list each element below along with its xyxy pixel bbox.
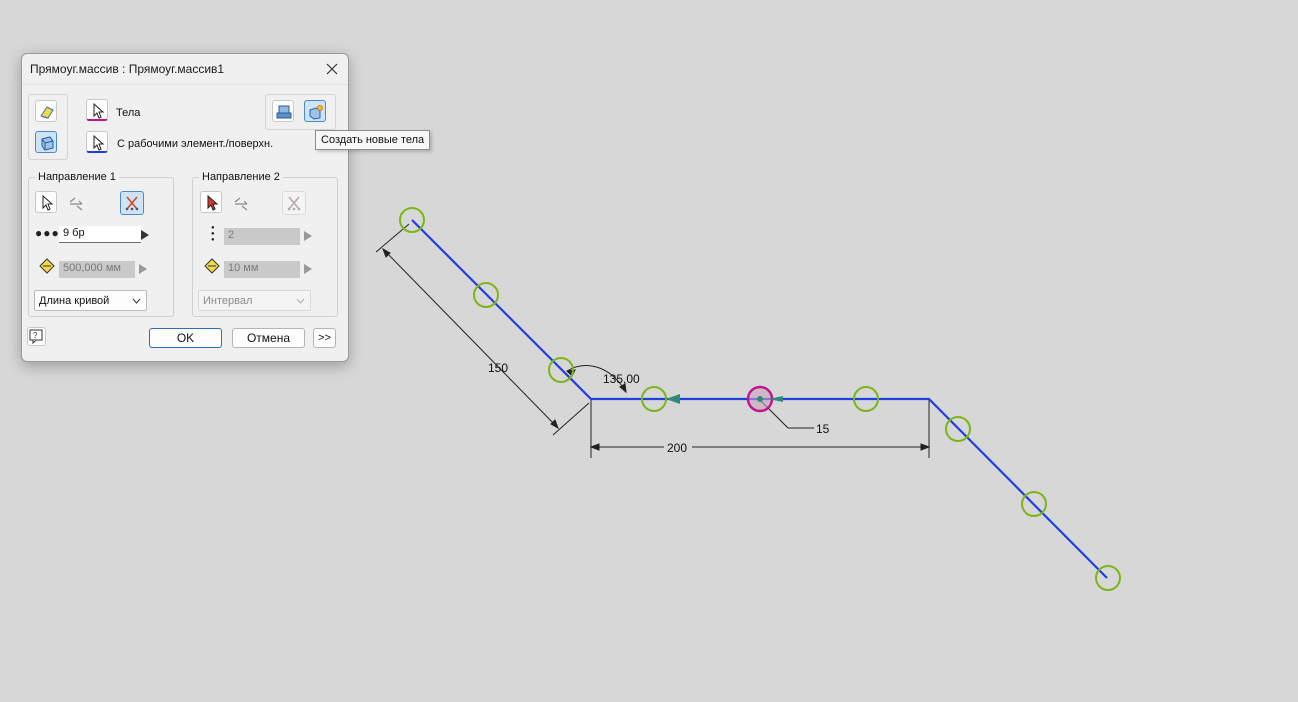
direction2-count-input[interactable]: 2 — [224, 228, 300, 245]
close-icon — [326, 63, 338, 75]
dialog-titlebar[interactable]: Прямоуг.массив : Прямоуг.массив1 — [22, 54, 348, 85]
direction-arrow[interactable] — [666, 394, 680, 404]
dimension-diameter-label[interactable]: 15 — [816, 422, 830, 436]
direction1-midplane-button[interactable] — [120, 191, 144, 215]
ok-button[interactable]: OK — [149, 328, 222, 348]
svg-text:?: ? — [33, 331, 38, 340]
new-body-button[interactable] — [304, 100, 326, 122]
pattern-features-icon — [40, 106, 54, 119]
cursor-icon — [42, 194, 54, 211]
tooltip: Создать новые тела — [315, 130, 431, 150]
direction2-legend: Направление 2 — [199, 171, 283, 183]
work-features-label: С рабочими элемент./поверхн. — [117, 138, 274, 150]
more-button[interactable]: >> — [313, 328, 336, 348]
direction2-midplane-button[interactable] — [282, 191, 306, 215]
instance-circle[interactable] — [1095, 565, 1121, 591]
chevron-down-icon — [132, 298, 141, 304]
midplane-icon — [125, 196, 139, 211]
direction1-spacing-arrow-icon[interactable] — [138, 263, 148, 275]
flip-direction-icon — [234, 197, 248, 211]
count-vertical-icon: ● ● ● — [211, 225, 215, 243]
new-body-icon — [309, 105, 323, 120]
direction2-path-select-button[interactable] — [200, 191, 222, 213]
direction2-method-value: Интервал — [203, 295, 253, 307]
help-icon: ? — [29, 329, 43, 344]
join-body-button[interactable] — [272, 100, 294, 122]
direction1-method-select[interactable]: Длина кривой — [34, 290, 147, 311]
direction1-legend: Направление 1 — [35, 171, 119, 183]
direction1-count-input[interactable]: 9 бр — [59, 226, 141, 243]
selected-body[interactable] — [746, 385, 783, 413]
bodies-label: Тела — [116, 107, 141, 119]
direction1-method-value: Длина кривой — [39, 295, 110, 307]
dimension-angle-label[interactable]: 135,00 — [603, 372, 640, 386]
direction2-flip-button[interactable] — [229, 191, 251, 213]
spacing-icon — [39, 258, 55, 274]
work-features-select-button[interactable] — [86, 131, 108, 153]
pattern-features-button[interactable] — [35, 100, 57, 122]
direction1-count-arrow-icon[interactable] — [140, 229, 150, 241]
close-button[interactable] — [322, 59, 342, 79]
cursor-red-icon — [207, 194, 219, 211]
direction2-method-select[interactable]: Интервал — [198, 290, 311, 311]
chevron-down-icon — [296, 298, 305, 304]
direction2-spacing-input[interactable]: 10 мм — [224, 261, 300, 278]
dimension-200-label[interactable]: 200 — [667, 441, 687, 455]
midplane-icon — [287, 196, 301, 211]
help-button[interactable]: ? — [27, 327, 46, 346]
flip-direction-icon — [69, 197, 83, 211]
direction1-path-select-button[interactable] — [35, 191, 57, 213]
dimension-150[interactable] — [375, 223, 590, 436]
pattern-bodies-icon — [41, 136, 54, 151]
spacing-icon — [204, 258, 220, 274]
direction2-spacing-arrow-icon[interactable] — [303, 263, 313, 275]
rectangular-pattern-dialog: Прямоуг.массив : Прямоуг.массив1 Тела С … — [21, 53, 349, 362]
count-icon: ●●● — [35, 226, 60, 240]
bodies-select-button[interactable] — [86, 99, 108, 121]
cursor-icon — [93, 102, 105, 119]
cursor-icon — [93, 134, 105, 151]
pattern-bodies-button[interactable] — [35, 131, 57, 153]
direction1-spacing-input[interactable]: 500,000 мм — [59, 261, 135, 278]
direction2-count-arrow-icon[interactable] — [303, 230, 313, 242]
dialog-title: Прямоуг.массив : Прямоуг.массив1 — [30, 62, 225, 76]
direction1-flip-button[interactable] — [64, 191, 86, 213]
cancel-button[interactable]: Отмена — [232, 328, 305, 348]
join-body-icon — [276, 105, 292, 119]
dimension-150-label[interactable]: 150 — [488, 361, 508, 375]
